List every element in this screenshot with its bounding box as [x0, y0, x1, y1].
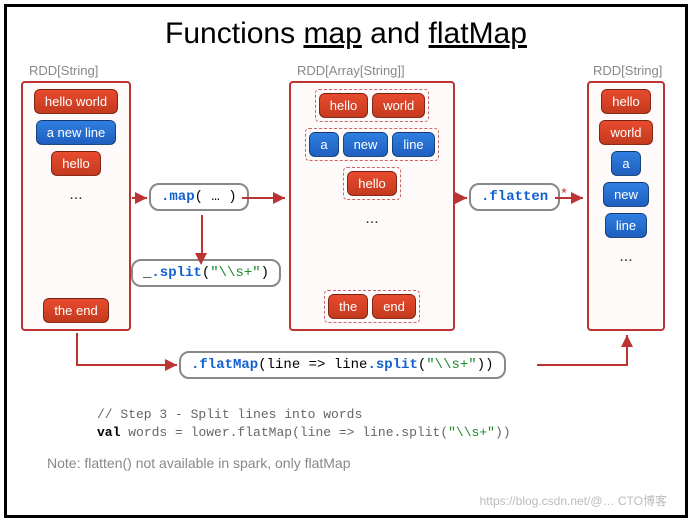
- data-pill: a new line: [36, 120, 117, 145]
- data-pill: hello world: [34, 89, 118, 114]
- flatmap-keyword: .flatMap: [191, 357, 258, 373]
- data-pill: hello: [601, 89, 650, 114]
- data-pill: world: [599, 120, 652, 145]
- watermark: https://blog.csdn.net/@… CTO博客: [480, 492, 667, 509]
- title-map: map: [303, 17, 361, 50]
- footnote: Note: flatten() not available in spark, …: [47, 455, 351, 471]
- data-pill: hello: [319, 93, 368, 118]
- data-pill: new: [343, 132, 389, 157]
- rdd-mid-column: helloworldanewlinehello...theend: [289, 81, 455, 331]
- flatten-code-box: .flatten: [469, 183, 560, 211]
- map-code-box: .map( … ): [149, 183, 249, 211]
- diagram-stage: RDD[String] RDD[Array[String]] RDD[Strin…: [7, 63, 685, 423]
- split-keyword: .split: [151, 265, 201, 281]
- arrow-map-down-head: [195, 253, 207, 265]
- ellipsis: ...: [619, 244, 632, 270]
- array-group: anewline: [305, 128, 438, 161]
- data-pill: world: [372, 93, 425, 118]
- title-flatmap: flatMap: [429, 17, 527, 50]
- data-pill: a: [611, 151, 640, 176]
- map-keyword: .map: [161, 189, 195, 205]
- rdd-left-column: hello world a new line hello... the end: [21, 81, 131, 331]
- data-pill: a: [309, 132, 338, 157]
- array-group: helloworld: [315, 89, 430, 122]
- flatmap-code-box: .flatMap(line => line.split("\\s+")): [179, 351, 506, 379]
- rdd-label-mid: RDD[Array[String]]: [297, 63, 405, 78]
- data-pill: end: [372, 294, 416, 319]
- arrow-map-down-stem: [201, 215, 203, 255]
- footer-code-line: val words = lower.flatMap(line => line.s…: [97, 425, 511, 440]
- rdd-right-column: hello world a new line...: [587, 81, 665, 331]
- rdd-label-left: RDD[String]: [29, 63, 98, 78]
- footer-comment: // Step 3 - Split lines into words: [97, 407, 362, 422]
- flatten-keyword: .flatten: [481, 189, 548, 205]
- array-group: theend: [324, 290, 420, 323]
- title-prefix: Functions: [165, 17, 303, 50]
- ellipsis: ...: [69, 182, 82, 208]
- ellipsis: ...: [365, 206, 378, 232]
- data-pill: hello: [51, 151, 100, 176]
- data-pill: the: [328, 294, 368, 319]
- data-pill: new: [603, 182, 649, 207]
- array-group: hello: [343, 167, 400, 200]
- data-pill: the end: [43, 298, 108, 323]
- rdd-label-right: RDD[String]: [593, 63, 662, 78]
- title-and: and: [362, 17, 429, 50]
- data-pill: hello: [347, 171, 396, 196]
- data-pill: line: [392, 132, 434, 157]
- data-pill: line: [605, 213, 647, 238]
- page-title: Functions map and flatMap: [7, 17, 685, 51]
